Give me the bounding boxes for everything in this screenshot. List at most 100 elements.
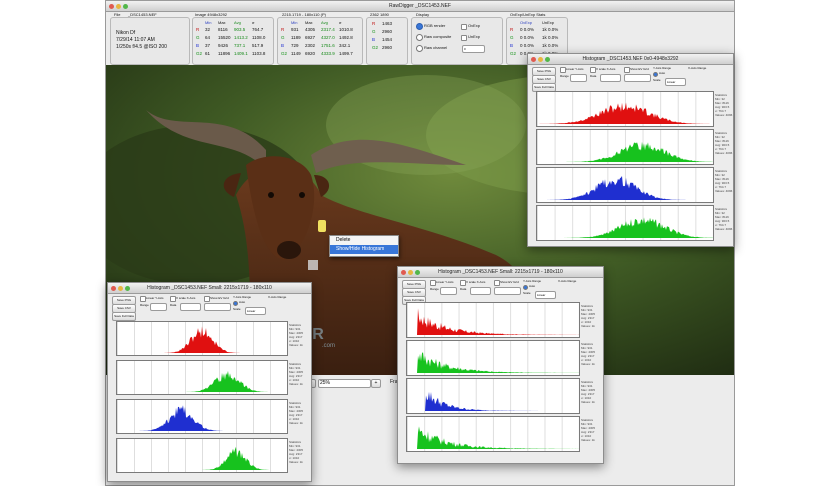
x-scale-label: X scale X-Axis bbox=[596, 67, 616, 71]
grid-select[interactable] bbox=[494, 287, 521, 295]
histogram-stats: Statistics Min: 931 Max: 4305 Avg: 2317 … bbox=[581, 342, 595, 366]
stat-line: Values: 1k bbox=[289, 382, 303, 386]
histogram-stats: Statistics Min: 931 Max: 4305 Avg: 2317 … bbox=[581, 304, 595, 328]
histogram-svg bbox=[117, 326, 287, 353]
histogram-stats: Statistics Min: 931 Max: 4305 Avg: 2317 … bbox=[289, 362, 303, 386]
y-axis-range-label: Y-Axis Range bbox=[233, 295, 252, 299]
grid-select[interactable] bbox=[624, 74, 651, 82]
histogram-plot-green bbox=[116, 438, 288, 473]
histogram-plot-green bbox=[116, 360, 288, 395]
histogram-stats: Statistics Min: 32 Max: 8116 Avg: 903.5 … bbox=[715, 93, 732, 117]
image-stats-cell: 64 bbox=[205, 35, 211, 40]
stat-line: Values: 1k bbox=[289, 343, 303, 347]
selection-stats-cell: 1492.8 bbox=[339, 35, 353, 40]
image-stats-cell: B bbox=[196, 43, 200, 48]
scale-select[interactable]: Linear bbox=[665, 78, 686, 86]
histogram-stats: Statistics Min: 32 Max: 8116 Avg: 903.5 … bbox=[715, 207, 732, 231]
image-stats-header: Min bbox=[205, 20, 212, 25]
histogram-bars-green bbox=[117, 370, 287, 392]
context-menu: Delete Show/Hide Histogram bbox=[329, 235, 399, 257]
channel-stepper[interactable]: 0 bbox=[462, 45, 485, 53]
raw-channel-radio[interactable] bbox=[416, 45, 423, 52]
zoom-icon[interactable] bbox=[123, 4, 128, 9]
pixel-cell: R bbox=[372, 21, 376, 26]
image-stats-cell: 764.7 bbox=[252, 27, 264, 32]
histogram-plot-blue bbox=[406, 378, 580, 414]
histogram-window-selection-left: Histogram _DSC1453.NEF Small: 2215x1719 … bbox=[107, 282, 312, 482]
close-icon[interactable] bbox=[111, 286, 116, 291]
show-grid-label: Show EV Grid bbox=[500, 280, 519, 284]
histogram-plot-red bbox=[406, 302, 580, 338]
file-label: File bbox=[114, 12, 121, 17]
range-field[interactable] bbox=[440, 287, 457, 295]
pixel-cell: 2960 bbox=[382, 29, 393, 34]
data-select[interactable] bbox=[180, 303, 201, 311]
context-delete[interactable]: Delete bbox=[330, 236, 398, 245]
close-icon[interactable] bbox=[531, 57, 536, 62]
grid-select[interactable] bbox=[204, 303, 231, 311]
selection-stats-cell: 1751.6 bbox=[321, 43, 335, 48]
selection-stats-cell: 6920 bbox=[305, 51, 316, 56]
zoom-icon[interactable] bbox=[415, 270, 420, 275]
histogram-bars-red bbox=[537, 102, 713, 124]
histogram-bars-green bbox=[117, 446, 287, 470]
histogram-plot-blue bbox=[536, 167, 714, 203]
data-select[interactable] bbox=[470, 287, 491, 295]
image-stats-cell: G2 bbox=[196, 51, 203, 56]
overexp-cell: 0 0.0% bbox=[520, 27, 535, 32]
stat-line: Values: 1k bbox=[581, 400, 595, 404]
range-field[interactable] bbox=[570, 74, 587, 82]
scale-select[interactable]: Linear bbox=[535, 291, 556, 299]
selection-stats-cell: 4327.0 bbox=[321, 35, 335, 40]
auto-label: Auto bbox=[239, 300, 246, 304]
data-select[interactable] bbox=[600, 74, 621, 82]
zoom-in-button[interactable]: + bbox=[371, 379, 381, 388]
histogram-svg bbox=[117, 405, 287, 431]
scale-select[interactable]: Linear bbox=[245, 307, 266, 315]
pixel-cell: 1463 bbox=[382, 21, 393, 26]
zoom-select[interactable]: 25% bbox=[318, 379, 371, 388]
histogram-svg bbox=[537, 176, 713, 200]
zoom-icon[interactable] bbox=[545, 57, 550, 62]
stat-line: Values: 4096 bbox=[715, 151, 733, 155]
histogram-svg bbox=[407, 308, 579, 335]
histogram-bars-green bbox=[537, 217, 713, 238]
x-scale-label: X scale X-Axis bbox=[466, 280, 486, 284]
ovexp-label: OvExp bbox=[468, 23, 481, 28]
zoom-icon[interactable] bbox=[125, 286, 130, 291]
auto-radio[interactable] bbox=[233, 301, 238, 306]
overexp-cell: B bbox=[510, 43, 514, 48]
selection-stats-header: Min bbox=[291, 20, 298, 25]
camera-model: Nikon Df bbox=[116, 30, 136, 36]
close-icon[interactable] bbox=[109, 4, 114, 9]
histogram-svg bbox=[117, 370, 287, 392]
rgb-render-radio[interactable] bbox=[416, 23, 423, 30]
ovexp-checkbox[interactable] bbox=[461, 24, 467, 30]
minimize-icon[interactable] bbox=[538, 57, 543, 62]
close-icon[interactable] bbox=[401, 270, 406, 275]
selection-stats-cell: 4333.9 bbox=[321, 51, 335, 56]
histogram-stats: Statistics Min: 931 Max: 4305 Avg: 2317 … bbox=[581, 380, 595, 404]
range-label: Range bbox=[140, 303, 149, 307]
minimize-icon[interactable] bbox=[118, 286, 123, 291]
image-stats-cell: 903.5 bbox=[234, 27, 246, 32]
raw-composite-radio[interactable] bbox=[416, 34, 423, 41]
show-grid-label: Show EV Grid bbox=[210, 296, 229, 300]
unexp-checkbox[interactable] bbox=[461, 35, 467, 41]
image-stats-cell: 737.1 bbox=[234, 43, 246, 48]
auto-radio[interactable] bbox=[653, 72, 658, 77]
auto-radio[interactable] bbox=[523, 285, 528, 290]
selection-stats-header: Max bbox=[305, 20, 313, 25]
histogram-bars-red bbox=[407, 308, 579, 335]
range-field[interactable] bbox=[150, 303, 167, 311]
minimize-icon[interactable] bbox=[408, 270, 413, 275]
overexp-label: OvExp/UnExp Stats bbox=[510, 12, 546, 17]
minimize-icon[interactable] bbox=[116, 4, 121, 9]
selection-stats-cell: 1189 bbox=[291, 35, 301, 40]
histogram-plot-green bbox=[536, 129, 714, 165]
context-show-hide-histogram[interactable]: Show/Hide Histogram bbox=[330, 245, 398, 254]
save-full-data-button[interactable]: Save Full Data bbox=[112, 312, 136, 321]
histogram-stats: Statistics Min: 931 Max: 4305 Avg: 2317 … bbox=[289, 323, 303, 347]
histogram-title: Histogram _DSC1453.NEF Small: 2215x1719 … bbox=[438, 269, 563, 275]
image-stats-cell: 15520 bbox=[218, 35, 231, 40]
